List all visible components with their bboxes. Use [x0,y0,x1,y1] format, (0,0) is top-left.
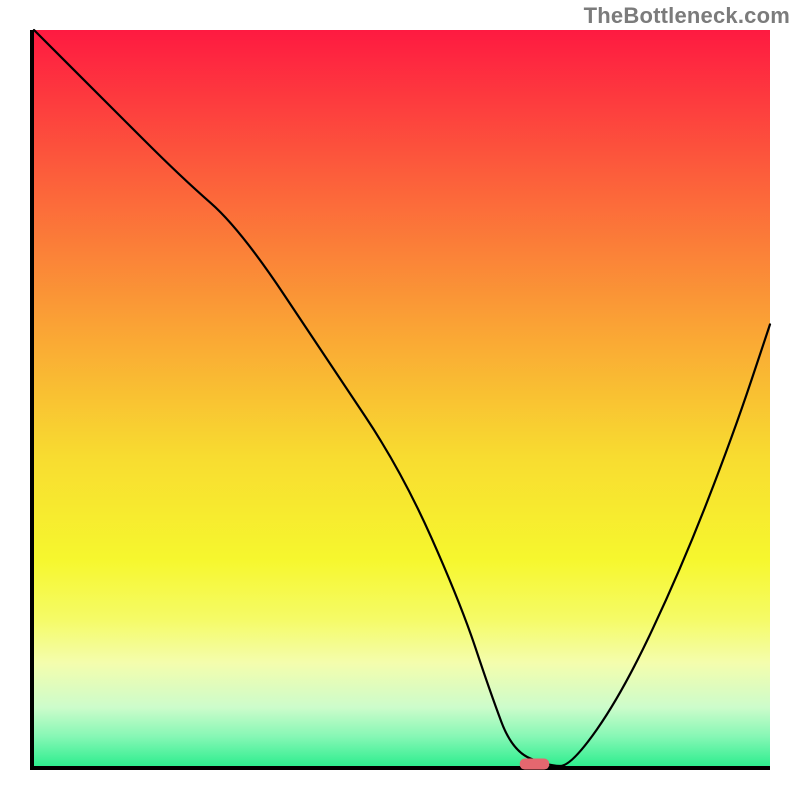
watermark-label: TheBottleneck.com [584,3,790,29]
optimal-point-marker [520,758,549,769]
chart-svg [34,30,770,766]
chart-plot-area [30,30,770,770]
